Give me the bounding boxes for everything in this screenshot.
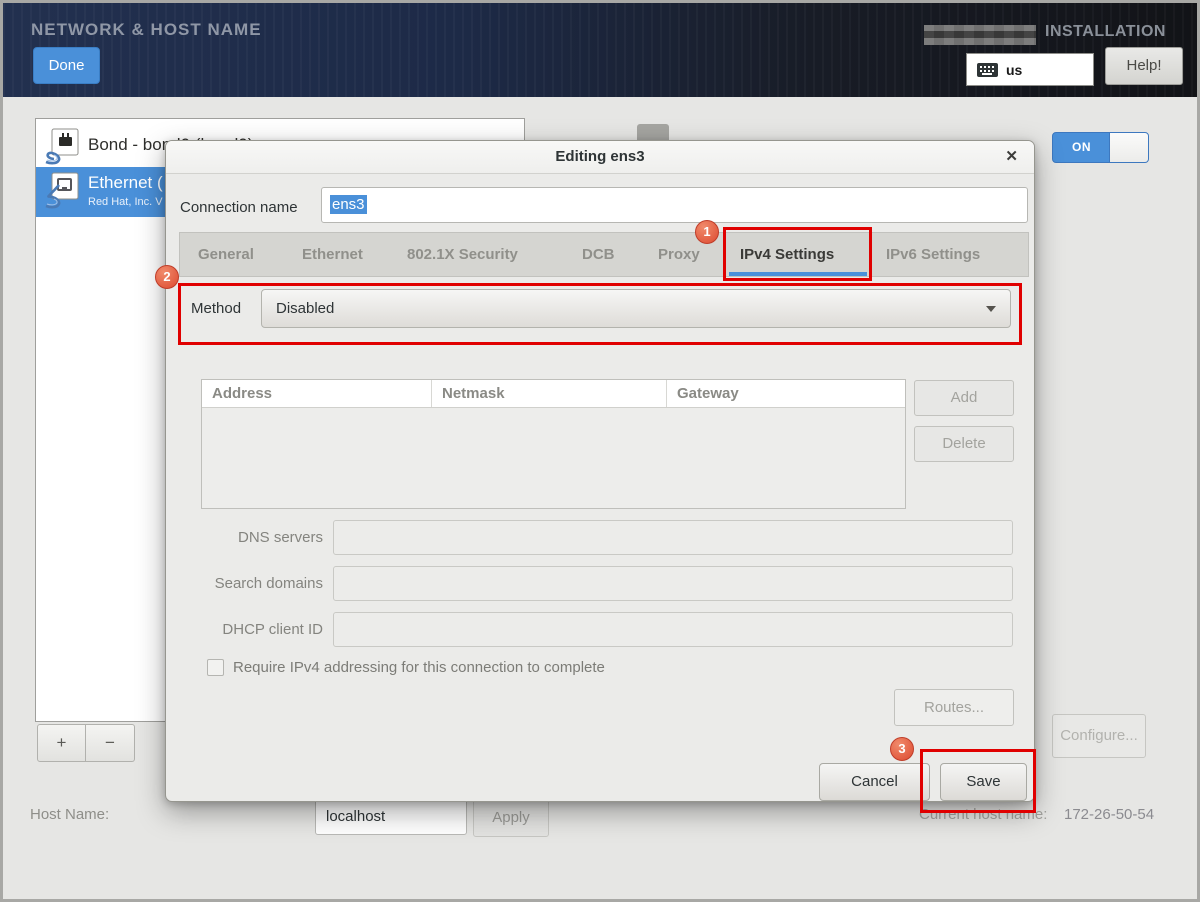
network-on-off-toggle[interactable]: ON bbox=[1052, 132, 1149, 163]
connection-name-input[interactable]: ens3 bbox=[321, 187, 1028, 223]
require-ipv4-label: Require IPv4 addressing for this connect… bbox=[233, 658, 605, 677]
tab-dcb[interactable]: DCB bbox=[582, 233, 615, 276]
settings-tab-bar: General Ethernet 802.1X Security DCB Pro… bbox=[179, 232, 1029, 277]
tab-8021x-security[interactable]: 802.1X Security bbox=[407, 233, 518, 276]
hidden-device-icon-fragment bbox=[637, 124, 669, 140]
hostname-label: Host Name: bbox=[30, 806, 109, 823]
connection-name-label: Connection name bbox=[180, 190, 298, 226]
close-icon[interactable]: ✕ bbox=[1005, 141, 1018, 173]
current-hostname-value: 172-26-50-54 bbox=[1064, 806, 1154, 823]
installation-label: INSTALLATION bbox=[1045, 23, 1166, 41]
tab-proxy[interactable]: Proxy bbox=[658, 233, 700, 276]
tab-ethernet[interactable]: Ethernet bbox=[302, 233, 363, 276]
search-domains-field[interactable] bbox=[333, 566, 1013, 601]
add-connection-button[interactable]: + bbox=[37, 724, 86, 762]
help-button[interactable]: Help! bbox=[1105, 47, 1183, 85]
bond-device-icon bbox=[43, 127, 83, 167]
selected-text: ens3 bbox=[330, 195, 367, 214]
annotation-box-save bbox=[920, 749, 1036, 813]
keyboard-layout-label: us bbox=[1006, 62, 1022, 78]
annotation-box-method bbox=[178, 283, 1022, 345]
remove-connection-button[interactable]: − bbox=[86, 724, 135, 762]
routes-button[interactable]: Routes... bbox=[894, 689, 1014, 726]
dialog-titlebar[interactable]: Editing ens3 ✕ bbox=[166, 141, 1034, 174]
connection-subtitle: Red Hat, Inc. V bbox=[88, 196, 163, 208]
toggle-on-label: ON bbox=[1053, 133, 1110, 162]
dhcp-client-id-label: DHCP client ID bbox=[166, 612, 323, 647]
require-ipv4-checkbox[interactable] bbox=[207, 659, 224, 676]
search-domains-label: Search domains bbox=[166, 566, 323, 601]
dialog-title: Editing ens3 bbox=[166, 141, 1034, 173]
column-gateway[interactable]: Gateway bbox=[667, 380, 905, 407]
dns-servers-label: DNS servers bbox=[166, 520, 323, 555]
connection-list-toolbar: + − bbox=[37, 724, 135, 762]
network-host-name-screen: NETWORK & HOST NAME Done INSTALLATION us… bbox=[0, 0, 1200, 902]
address-table: Address Netmask Gateway bbox=[201, 379, 906, 509]
keyboard-layout-indicator[interactable]: us bbox=[966, 53, 1094, 86]
column-address[interactable]: Address bbox=[202, 380, 432, 407]
annotation-box-ipv4-tab bbox=[723, 227, 872, 281]
hostname-input[interactable] bbox=[315, 798, 467, 835]
redacted-product-name bbox=[924, 25, 1036, 45]
page-title: NETWORK & HOST NAME bbox=[31, 20, 262, 40]
dns-servers-field[interactable] bbox=[333, 520, 1013, 555]
dhcp-client-id-field[interactable] bbox=[333, 612, 1013, 647]
column-netmask[interactable]: Netmask bbox=[432, 380, 667, 407]
ethernet-device-icon bbox=[43, 171, 83, 211]
apply-button[interactable]: Apply bbox=[473, 799, 549, 837]
toggle-knob[interactable] bbox=[1109, 133, 1148, 162]
cancel-button[interactable]: Cancel bbox=[819, 763, 930, 801]
done-button[interactable]: Done bbox=[33, 47, 100, 84]
keyboard-icon bbox=[976, 62, 999, 78]
connection-title: Ethernet ( bbox=[88, 173, 163, 193]
annotation-badge-1: 1 bbox=[695, 220, 719, 244]
annotation-badge-2: 2 bbox=[155, 265, 179, 289]
installer-header: NETWORK & HOST NAME Done INSTALLATION us… bbox=[3, 3, 1197, 97]
configure-button[interactable]: Configure... bbox=[1052, 714, 1146, 758]
editing-connection-dialog: Editing ens3 ✕ Connection name ens3 Gene… bbox=[165, 140, 1035, 802]
tab-ipv6-settings[interactable]: IPv6 Settings bbox=[886, 233, 980, 276]
address-table-header: Address Netmask Gateway bbox=[202, 380, 905, 408]
tab-general[interactable]: General bbox=[198, 233, 254, 276]
delete-address-button[interactable]: Delete bbox=[914, 426, 1014, 462]
add-address-button[interactable]: Add bbox=[914, 380, 1014, 416]
annotation-badge-3: 3 bbox=[890, 737, 914, 761]
